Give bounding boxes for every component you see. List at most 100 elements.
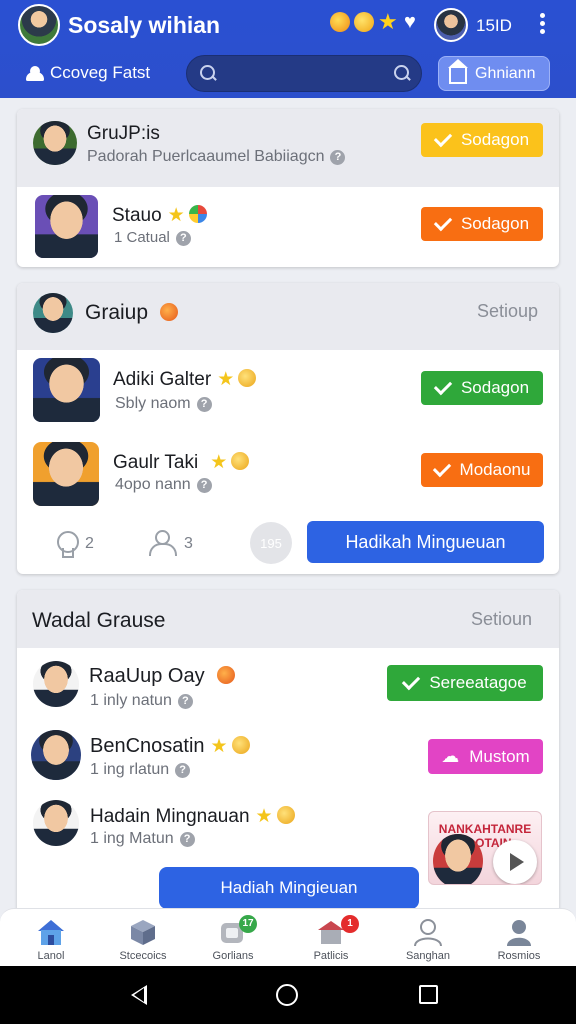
card-header[interactable]: Graiup Setioup [17, 283, 559, 350]
item-meta: 4opo nann? [115, 476, 212, 494]
more-menu-icon[interactable] [534, 10, 550, 40]
item-meta: Sbly naom? [115, 395, 212, 413]
notification-badge: 17 [239, 915, 257, 933]
home-circle-icon[interactable] [276, 984, 298, 1006]
action-button[interactable]: Hadikah Mingueuan [307, 521, 544, 563]
group-card-3: Wadal Grause Setioun RaaUup Oay 1 inly n… [17, 590, 559, 920]
help-icon[interactable]: ? [196, 397, 212, 412]
fire-emoji-icon [160, 303, 179, 321]
grin-emoji-icon [276, 806, 295, 824]
video-thumbnail[interactable]: NANKAHTANRE SAOTAIN [428, 811, 542, 885]
action-button[interactable]: Hadiah Mingieuan [159, 867, 419, 909]
nav-item-store[interactable]: 1 Patlicis [291, 909, 371, 967]
play-icon[interactable] [493, 840, 537, 884]
status-button-label: Modaonu [459, 460, 531, 479]
header-home-button[interactable]: Ghniann [438, 56, 550, 91]
nav-label: Rosmios [497, 950, 541, 962]
nav-item-profile[interactable]: Sanghan [388, 909, 468, 967]
status-button[interactable]: Sodagon [421, 123, 543, 157]
item-name-text: Hadain Mingnauan [90, 806, 250, 827]
fire-emoji-icon[interactable] [330, 12, 350, 32]
bottom-nav: Lanol Stcecoics 17 Gorlians 1 Patlicis S… [0, 908, 576, 966]
star-emoji-icon: ★ [167, 205, 185, 226]
nav-item-chat[interactable]: 17 Gorlians [193, 909, 273, 967]
group-meta: Padorah Puerlcaaumel Babiiagcn? [87, 148, 346, 166]
status-button[interactable]: Modaonu [421, 453, 543, 487]
item-name-text: Adiki Galter [113, 369, 212, 390]
grin-emoji-icon[interactable] [354, 12, 374, 32]
cloud-icon: ☁ [441, 746, 460, 766]
help-icon[interactable]: ? [175, 763, 191, 778]
help-icon[interactable]: ? [330, 150, 346, 165]
app-logo-avatar[interactable] [18, 4, 60, 46]
list-item[interactable]: Gaulr Taki ★ 4opo nann? Modaonu [17, 432, 559, 514]
status-button-label: Sodagon [460, 130, 530, 149]
help-icon[interactable]: ? [177, 694, 193, 709]
search-input[interactable] [227, 60, 377, 88]
setup-link[interactable]: Setioun [471, 609, 532, 630]
avatar [33, 121, 77, 165]
bulb-icon[interactable] [57, 531, 79, 558]
help-icon[interactable]: ? [196, 478, 212, 493]
search-submit-icon[interactable] [394, 65, 410, 81]
setup-link[interactable]: Setioup [477, 301, 538, 322]
profile-icon [414, 919, 442, 947]
card-header[interactable]: GruJP:is Padorah Puerlcaaumel Babiiagcn?… [17, 109, 559, 187]
item-meta-text: 1 inly natun [90, 692, 172, 709]
nav-label: Sanghan [405, 950, 451, 962]
group-icon [26, 66, 44, 81]
thumbnail-person [433, 834, 483, 884]
group-card-2: Graiup Setioup Adiki Galter ★ Sbly naom? … [17, 283, 559, 574]
search-icon[interactable] [200, 65, 216, 81]
avatar [33, 442, 99, 506]
nav-label: Lanol [37, 950, 65, 962]
help-icon[interactable]: ? [179, 832, 195, 847]
back-icon[interactable] [131, 985, 147, 1005]
recent-apps-icon[interactable] [419, 985, 438, 1004]
check-icon [432, 458, 451, 477]
item-name-text: RaaUup Oay [89, 665, 205, 687]
count-bubble[interactable]: 195 [250, 522, 292, 564]
nav-item-home[interactable]: Lanol [11, 909, 91, 967]
fire-emoji-icon [216, 666, 235, 684]
app-title: Sosaly wihian [68, 12, 221, 38]
box-icon [131, 920, 155, 945]
avatar [33, 358, 100, 422]
avatar [33, 293, 73, 333]
user-avatar[interactable] [434, 8, 468, 42]
list-item[interactable]: RaaUup Oay 1 inly natun? Sereeatagoe [17, 648, 559, 718]
status-button[interactable]: Sodagon [421, 371, 543, 405]
item-meta-text: 1 ing Matun [90, 830, 174, 847]
status-button-label: Sodagon [460, 378, 530, 397]
group-name: GruJP:is [87, 123, 160, 144]
item-name: Gaulr Taki ★ [113, 451, 250, 474]
card-header[interactable]: Wadal Grause Setioun [17, 590, 559, 648]
header-sub-label[interactable]: Ccoveg Fatst [50, 63, 150, 83]
item-name: Hadain Mingnauan ★ [90, 805, 295, 828]
help-icon[interactable]: ? [175, 231, 191, 246]
list-item[interactable]: Adiki Galter ★ Sbly naom? Sodagon [17, 350, 559, 432]
item-meta: 1 ing Matun? [90, 830, 195, 848]
star-emoji-icon: ★ [210, 452, 228, 473]
status-button[interactable]: Sodagon [421, 207, 543, 241]
list-item[interactable]: BenCnosatin ★ 1 ing rlatun? ☁ Mustom [17, 718, 559, 788]
check-icon [402, 671, 421, 690]
nav-item-stats[interactable]: Stcecoics [103, 909, 183, 967]
members-count: 3 [184, 535, 193, 552]
account-icon [507, 920, 531, 946]
list-item[interactable]: Stauo ★ 1 Catual? Sodagon [17, 187, 559, 267]
search-bar[interactable] [186, 55, 422, 92]
star-emoji-icon: ★ [210, 736, 228, 757]
status-button[interactable]: Sereeatagoe [387, 665, 543, 701]
person-icon[interactable] [149, 530, 177, 556]
status-button[interactable]: ☁ Mustom [428, 739, 543, 774]
heart-icon[interactable]: ♥ [404, 12, 416, 32]
item-meta-text: 4opo nann [115, 476, 191, 493]
header-button-label: Ghniann [475, 64, 536, 82]
check-icon [433, 376, 453, 395]
group-name-text: Graiup [85, 301, 149, 324]
nav-item-account[interactable]: Rosmios [479, 909, 559, 967]
avatar [33, 661, 79, 707]
stats-row: 2 3 195 Hadikah Mingueuan [17, 514, 559, 574]
star-icon[interactable]: ★ [378, 11, 400, 33]
